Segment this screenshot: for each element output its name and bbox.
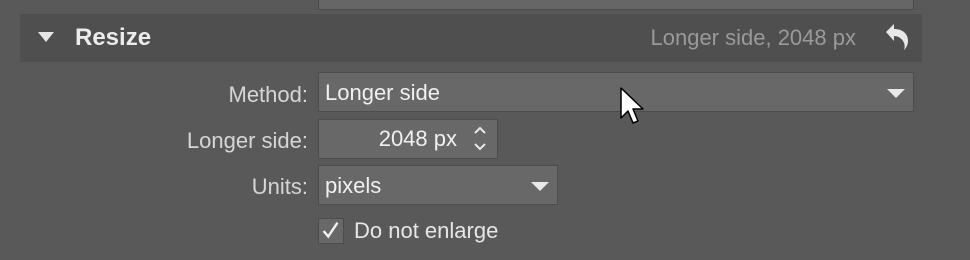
longer-side-stepper[interactable]: 2048 px [318,119,498,159]
section-title: Resize [75,24,152,51]
collapse-triangle-icon[interactable] [38,32,54,42]
longer-side-value: 2048 px [378,126,457,151]
stepper-up-icon[interactable] [473,125,487,135]
section-summary: Longer side, 2048 px [650,25,857,50]
resize-section-header[interactable]: Resize Longer side, 2048 px [20,14,922,62]
chevron-down-icon [887,89,905,98]
units-value: pixels [325,173,382,198]
method-label: Method: [228,82,309,107]
undo-icon[interactable] [880,20,914,54]
chevron-down-icon [531,182,549,191]
do-not-enlarge-label[interactable]: Do not enlarge [354,218,498,244]
method-dropdown[interactable]: Longer side [318,72,914,112]
do-not-enlarge-checkbox[interactable] [318,218,344,244]
mouse-pointer-icon [620,87,644,124]
units-dropdown[interactable]: pixels [318,165,558,205]
units-label: Units: [251,174,308,199]
previous-field-edge [318,0,914,10]
method-value: Longer side [325,80,440,105]
checkmark-icon [322,222,339,239]
stepper-down-icon[interactable] [473,142,487,152]
longer-side-label: Longer side: [186,128,308,153]
